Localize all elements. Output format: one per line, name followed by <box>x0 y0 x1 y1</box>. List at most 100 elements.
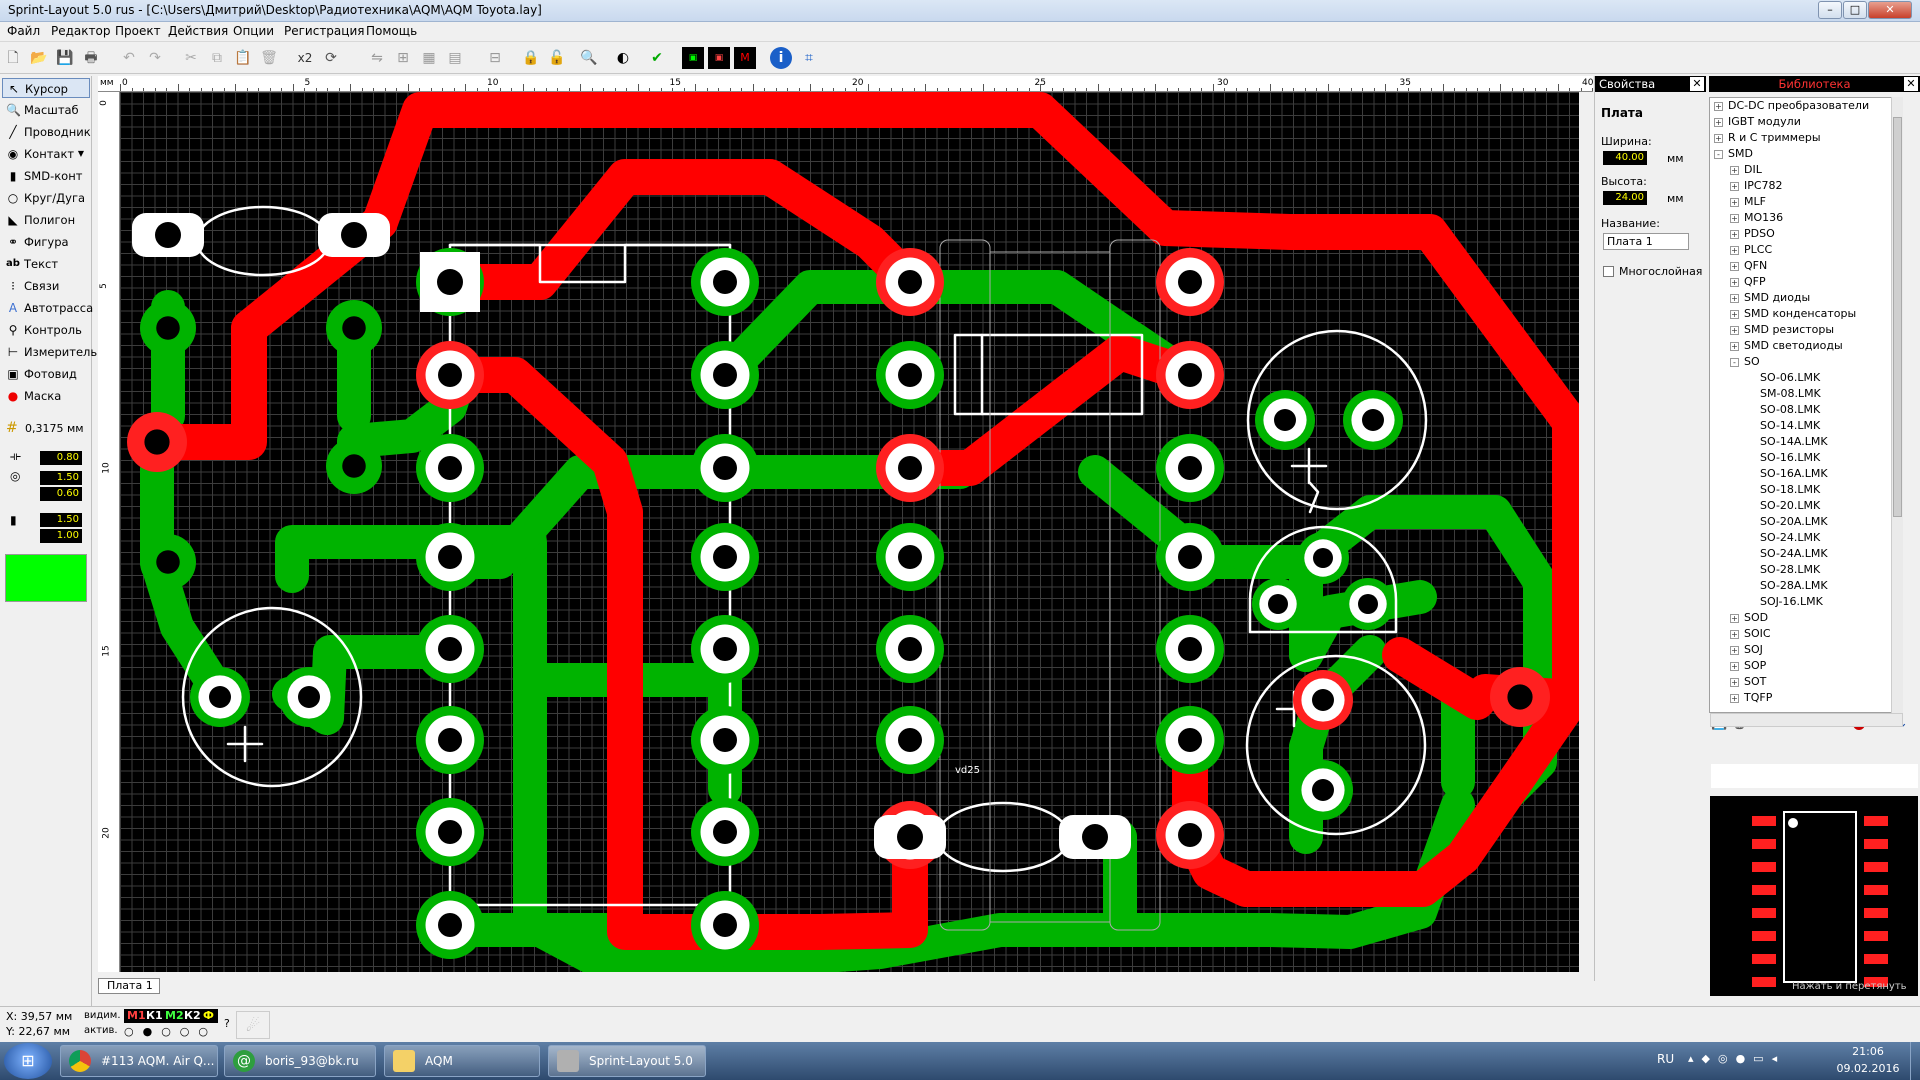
smd-width-value[interactable]: 1.50 <box>40 513 82 527</box>
close-button[interactable]: ✕ <box>1868 1 1912 19</box>
smd-height-value[interactable]: 1.00 <box>40 529 82 543</box>
expand-icon[interactable]: + <box>1730 214 1739 223</box>
library-node[interactable]: + SOD <box>1710 610 1902 626</box>
menu-project[interactable]: Проект <box>110 24 166 38</box>
info-icon[interactable]: i <box>770 47 792 69</box>
library-node[interactable]: SO-16.LMK <box>1710 450 1902 466</box>
library-node[interactable]: SO-24A.LMK <box>1710 546 1902 562</box>
expand-icon[interactable]: + <box>1730 342 1739 351</box>
task-folder[interactable]: AQM <box>384 1045 540 1077</box>
library-scrollbar[interactable] <box>1891 97 1903 713</box>
collapse-icon[interactable]: - <box>1714 150 1723 159</box>
contrast-icon[interactable]: ◐ <box>612 47 634 69</box>
board-tab[interactable]: Плата 1 <box>98 978 160 994</box>
crop-icon[interactable]: ⌗ <box>798 47 820 69</box>
tool-text[interactable]: ab Текст <box>2 254 90 274</box>
track-width-value[interactable]: 0.80 <box>40 451 82 465</box>
expand-icon[interactable]: + <box>1730 278 1739 287</box>
menu-edit[interactable]: Редактор <box>46 24 115 38</box>
drc-icon[interactable]: ✔ <box>646 47 668 69</box>
pad-inner-value[interactable]: 0.60 <box>40 487 82 501</box>
expand-icon[interactable]: + <box>1730 246 1739 255</box>
library-node[interactable]: + SOT <box>1710 674 1902 690</box>
maximize-button[interactable]: □ <box>1843 1 1867 19</box>
layers-icon[interactable]: ⊟ <box>484 47 506 69</box>
close-icon[interactable]: ✕ <box>1904 77 1918 91</box>
expand-icon[interactable]: + <box>1714 134 1723 143</box>
tool-check[interactable]: ⚲ Контроль <box>2 320 90 340</box>
group-icon[interactable]: ▦ <box>418 47 440 69</box>
library-node[interactable]: + R и C триммеры <box>1710 130 1902 146</box>
pad-outer-value[interactable]: 1.50 <box>40 471 82 485</box>
hand-icon[interactable]: ☄ <box>236 1011 270 1039</box>
library-node[interactable]: + PLCC <box>1710 242 1902 258</box>
expand-icon[interactable]: + <box>1730 262 1739 271</box>
expand-icon[interactable]: + <box>1730 294 1739 303</box>
library-node[interactable]: + MLF <box>1710 194 1902 210</box>
minimize-button[interactable]: – <box>1818 1 1842 19</box>
grid-icon[interactable]: # <box>6 421 20 435</box>
macro-icon[interactable]: M <box>734 47 756 69</box>
library-node[interactable]: + SMD светодиоды <box>1710 338 1902 354</box>
copy-icon[interactable]: ⧉ <box>206 47 228 69</box>
library-node[interactable]: SO-08.LMK <box>1710 402 1902 418</box>
print-icon[interactable]: 🖶 <box>80 47 102 69</box>
tool-smd-pad[interactable]: ▮ SMD-конт <box>2 166 90 186</box>
layer-visibility-bar[interactable]: М1 К1 М2 К2 Ф <box>124 1009 218 1023</box>
expand-icon[interactable]: + <box>1730 310 1739 319</box>
library-node[interactable]: SOJ-16.LMK <box>1710 594 1902 610</box>
multilayer-checkbox[interactable] <box>1603 266 1614 277</box>
library-node[interactable]: SM-08.LMK <box>1710 386 1902 402</box>
layer-toggle[interactable]: М2 <box>165 1009 184 1023</box>
library-node[interactable]: SO-28.LMK <box>1710 562 1902 578</box>
dropdown-arrow-icon[interactable]: ▼ <box>78 144 84 164</box>
library-tree[interactable]: + DC-DC преобразователи + IGBT модули + R и C… <box>1709 97 1903 713</box>
save-icon[interactable]: 💾 <box>54 47 76 69</box>
tray-icons[interactable]: ▴◆◎●▭◂ <box>1688 1052 1785 1065</box>
new-icon[interactable]: 🗋 <box>2 47 24 69</box>
tool-autoroute[interactable]: A Автотрасса <box>2 298 93 318</box>
menu-options[interactable]: Опции <box>228 24 279 38</box>
menu-actions[interactable]: Действия <box>163 24 233 38</box>
tool-connections[interactable]: ⁝ Связи <box>2 276 90 296</box>
test-icon[interactable]: ▣ <box>682 47 704 69</box>
redo-icon[interactable]: ↷ <box>144 47 166 69</box>
library-node[interactable]: SO-20.LMK <box>1710 498 1902 514</box>
duplicate-button[interactable]: x2 <box>294 47 316 69</box>
library-node[interactable]: SO-20A.LMK <box>1710 514 1902 530</box>
paste-icon[interactable]: 📋 <box>232 47 254 69</box>
tool-cursor[interactable]: ↖ Курсор <box>2 78 90 98</box>
tool-mask[interactable]: ● Маска <box>2 386 90 406</box>
library-node[interactable]: SO-18.LMK <box>1710 482 1902 498</box>
expand-icon[interactable]: + <box>1730 646 1739 655</box>
task-chrome[interactable]: #113 AQM. Air Q... <box>60 1045 218 1077</box>
name-input[interactable]: Плата 1 <box>1603 233 1689 250</box>
tool-zoom[interactable]: 🔍 Масштаб <box>2 100 90 120</box>
library-node[interactable]: + DC-DC преобразователи <box>1710 98 1902 114</box>
task-sprint-layout[interactable]: Sprint-Layout 5.0 <box>548 1045 706 1077</box>
width-input[interactable]: 40.00 <box>1603 151 1647 165</box>
library-node[interactable]: SO-14.LMK <box>1710 418 1902 434</box>
library-hscrollbar[interactable] <box>1710 713 1903 727</box>
library-node[interactable]: + PDSO <box>1710 226 1902 242</box>
expand-icon[interactable]: + <box>1730 182 1739 191</box>
layer-toggle[interactable]: К1 <box>146 1009 163 1023</box>
magnifier-icon[interactable]: 🔍 <box>578 47 600 69</box>
tool-track[interactable]: ╱ Проводник <box>2 122 90 142</box>
task-mail[interactable]: @ boris_93@bk.ru <box>224 1045 376 1077</box>
library-node[interactable]: + MO136 <box>1710 210 1902 226</box>
library-node[interactable]: + SOP <box>1710 658 1902 674</box>
component-preview[interactable]: Нажать и перетянуть <box>1710 796 1918 996</box>
menu-file[interactable]: Файл <box>2 24 45 38</box>
expand-icon[interactable]: + <box>1730 614 1739 623</box>
library-node[interactable]: + QFN <box>1710 258 1902 274</box>
tool-pad[interactable]: ◉ Контакт ▼ <box>2 144 90 164</box>
library-node[interactable]: + DIL <box>1710 162 1902 178</box>
grid-size-label[interactable]: 0,3175 мм <box>25 422 84 435</box>
expand-icon[interactable]: + <box>1714 102 1723 111</box>
tool-circle[interactable]: ○ Круг/Дуга <box>2 188 90 208</box>
pcb-layout[interactable]: vd25 <box>120 92 1579 972</box>
help-icon[interactable]: ? <box>224 1017 230 1030</box>
unlock-icon[interactable]: 🔓 <box>546 47 568 69</box>
tool-shape[interactable]: ⚭ Фигура <box>2 232 90 252</box>
